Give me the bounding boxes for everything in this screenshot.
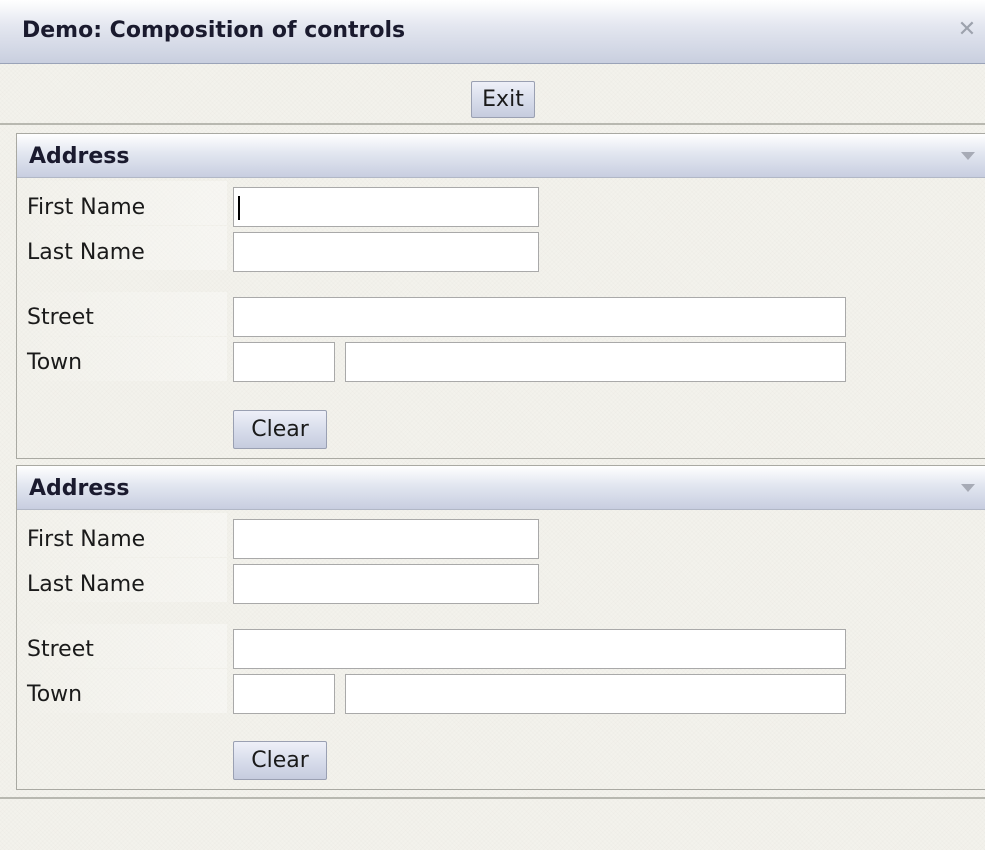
last-name-label: Last Name — [27, 572, 145, 597]
panel-header[interactable]: Address — [17, 134, 985, 178]
zip-input[interactable] — [233, 674, 335, 714]
address-panel-1: Address First Name Last Name Street Town… — [16, 133, 985, 459]
last-name-label: Last Name — [27, 240, 145, 265]
first-name-input[interactable] — [233, 187, 539, 227]
clear-button[interactable]: Clear — [233, 741, 327, 780]
town-label: Town — [27, 350, 83, 375]
bottom-divider — [0, 797, 985, 799]
town-label: Town — [27, 682, 83, 707]
toolbar: Exit — [0, 64, 985, 125]
close-icon[interactable]: ✕ — [957, 19, 977, 41]
street-input[interactable] — [233, 629, 846, 669]
first-name-input[interactable] — [233, 519, 539, 559]
last-name-input[interactable] — [233, 564, 539, 604]
street-label: Street — [27, 305, 94, 330]
text-caret — [238, 196, 240, 220]
street-label: Street — [27, 637, 94, 662]
chevron-down-icon[interactable] — [961, 484, 975, 492]
street-input[interactable] — [233, 297, 846, 337]
zip-input[interactable] — [233, 342, 335, 382]
title-bar: Demo: Composition of controls ✕ — [0, 0, 985, 64]
chevron-down-icon[interactable] — [961, 152, 975, 160]
first-name-label: First Name — [27, 195, 146, 220]
first-name-label: First Name — [27, 527, 146, 552]
exit-button[interactable]: Exit — [471, 81, 535, 118]
town-input[interactable] — [345, 342, 846, 382]
address-panel-2: Address First Name Last Name Street Town… — [16, 465, 985, 790]
clear-button[interactable]: Clear — [233, 410, 327, 449]
app-window: Demo: Composition of controls ✕ Exit Add… — [0, 0, 985, 850]
last-name-input[interactable] — [233, 232, 539, 272]
panel-title: Address — [29, 144, 130, 169]
window-title: Demo: Composition of controls — [22, 18, 406, 43]
panel-header[interactable]: Address — [17, 466, 985, 510]
panel-title: Address — [29, 476, 130, 501]
town-input[interactable] — [345, 674, 846, 714]
